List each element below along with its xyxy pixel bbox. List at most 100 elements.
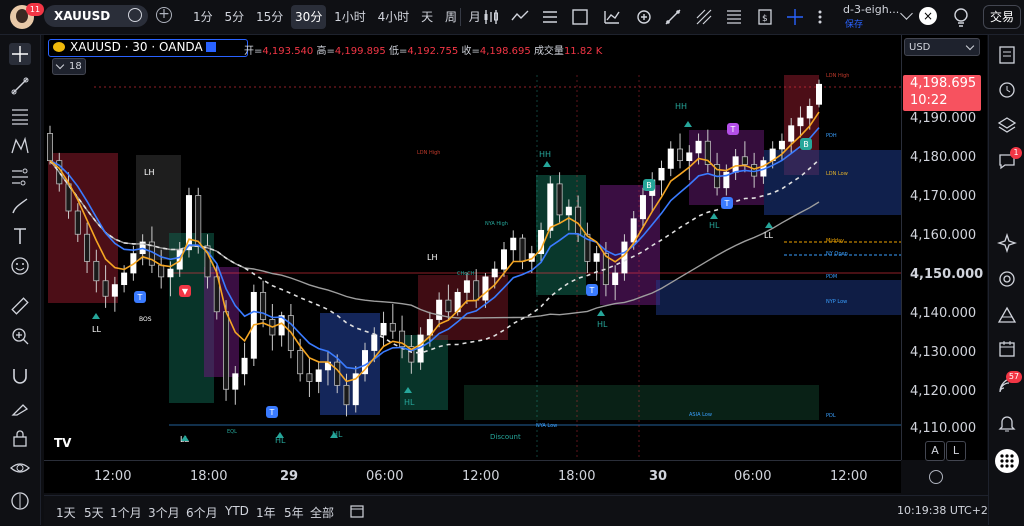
trade-button[interactable]: 交易 — [983, 5, 1021, 29]
interval-15m[interactable]: 15分 — [252, 5, 287, 29]
log-scale-button[interactable]: L — [946, 441, 966, 461]
range-3m[interactable]: 3个月 — [148, 504, 180, 521]
settings-gear-icon[interactable] — [929, 470, 943, 484]
candle-body — [686, 152, 693, 162]
pyramid-icon[interactable] — [997, 305, 1017, 325]
indicators-collapse[interactable]: 18 — [52, 58, 86, 75]
calendar-goto-icon[interactable] — [350, 504, 364, 518]
candle-body — [334, 361, 341, 386]
templates-icon[interactable] — [541, 8, 559, 26]
crosshair-tool-icon[interactable] — [9, 43, 31, 65]
time-axis[interactable]: 12:00 18:00 29 06:00 12:00 18:00 30 06:0… — [44, 460, 901, 493]
chart-pane[interactable]: LHLLLLHHLHHLHLHLHLHLLLHHBOSDiscountLDN H… — [44, 35, 901, 460]
chart-annotation: NY Open — [826, 251, 848, 257]
candle-body — [371, 334, 378, 351]
alert-clock-icon[interactable] — [997, 79, 1017, 99]
candle-body — [315, 369, 322, 382]
layers-icon[interactable] — [997, 115, 1017, 135]
price-tick: 4,190.000 — [910, 111, 977, 126]
brush-tool-icon[interactable] — [9, 195, 31, 217]
candle-body — [816, 83, 823, 105]
zoom-in-icon[interactable] — [9, 325, 31, 347]
candle-body — [806, 105, 813, 119]
lightbulb-icon[interactable] — [952, 7, 970, 27]
chart-annotation: ASIA Low — [689, 412, 712, 418]
candle-body — [380, 322, 387, 336]
chevron-down-icon — [55, 60, 65, 70]
close-button[interactable]: × — [919, 7, 937, 25]
candle-body — [500, 249, 507, 270]
close-label: 收= — [461, 46, 480, 57]
emoji-tool-icon[interactable] — [9, 255, 31, 277]
calendar-icon[interactable] — [997, 339, 1017, 359]
chart-annotation: HL — [709, 221, 720, 230]
interval-day[interactable]: 天 — [417, 5, 437, 29]
pivot-triangle — [765, 222, 773, 228]
layout-icon[interactable] — [571, 8, 589, 26]
magnet-icon[interactable] — [9, 365, 31, 387]
interval-1h[interactable]: 1小时 — [330, 5, 370, 29]
lock-drawing-icon[interactable] — [9, 397, 31, 419]
strategy-icon[interactable] — [603, 8, 621, 26]
clock[interactable]: 10:19:38 UTC+2 — [897, 504, 988, 517]
range-5d[interactable]: 5天 — [84, 504, 104, 521]
high-label: 高= — [316, 46, 335, 57]
add-symbol-button[interactable]: + — [156, 7, 172, 23]
prediction-tool-icon[interactable] — [9, 165, 31, 187]
pivot-triangle — [543, 161, 551, 167]
watchlist-icon[interactable] — [997, 45, 1017, 65]
range-6m[interactable]: 6个月 — [186, 504, 218, 521]
sparkle-icon[interactable] — [997, 233, 1017, 253]
interval-week[interactable]: 周 — [441, 5, 461, 29]
price-tick: 4,160.000 — [910, 228, 977, 243]
range-1y[interactable]: 1年 — [256, 504, 276, 521]
text-tool-icon[interactable] — [9, 225, 31, 247]
chart-annotation: LL — [92, 325, 101, 334]
crosshair-icon[interactable] — [786, 8, 804, 26]
bell-icon[interactable] — [997, 413, 1017, 433]
fib-icon[interactable] — [725, 8, 743, 26]
interval-4h[interactable]: 4小时 — [374, 5, 414, 29]
candle-body — [473, 280, 480, 301]
trend-line-tool-icon[interactable] — [9, 75, 31, 97]
pitchfork-icon[interactable] — [695, 8, 713, 26]
price-range-icon[interactable]: $ — [756, 8, 774, 26]
horizontal-lines-tool-icon[interactable] — [9, 105, 31, 127]
legend-title: XAUUSD · 30 · OANDA — [70, 40, 203, 54]
range-1d[interactable]: 1天 — [56, 504, 76, 521]
trend-line-icon[interactable] — [664, 8, 682, 26]
time-tick: 18:00 — [190, 469, 228, 484]
candlestick-type-icon[interactable] — [482, 8, 500, 26]
currency-selector[interactable]: USD — [904, 38, 980, 56]
interval-5m[interactable]: 5分 — [220, 5, 248, 29]
eye-icon[interactable] — [9, 457, 31, 479]
interval-30m[interactable]: 30分 — [291, 5, 327, 29]
object-tree-icon[interactable] — [9, 490, 31, 512]
apps-grid-icon[interactable] — [995, 449, 1019, 473]
candle-body — [677, 148, 684, 162]
layout-save-status[interactable]: 保存 — [845, 17, 863, 30]
volume-label: 成交量 — [533, 46, 564, 57]
range-5y[interactable]: 5年 — [284, 504, 304, 521]
more-tools-icon[interactable] — [815, 8, 825, 26]
svg-text:T: T — [730, 125, 736, 134]
chevron-down-icon[interactable] — [900, 7, 913, 20]
candle-body — [297, 350, 304, 375]
pattern-tool-icon[interactable] — [9, 135, 31, 157]
compare-icon[interactable] — [635, 8, 653, 26]
lock-icon[interactable] — [9, 427, 31, 449]
range-1m[interactable]: 1个月 — [110, 504, 142, 521]
layout-name[interactable]: d-3-eigh... — [843, 3, 899, 16]
price-chart: LHLLLLHHLHHLHLHLHLHLLLHHBOSDiscountLDN H… — [47, 73, 901, 460]
range-ytd[interactable]: YTD — [225, 504, 249, 518]
symbol-search[interactable]: XAUUSD — [44, 5, 148, 27]
auto-scale-button[interactable]: A — [925, 441, 945, 461]
range-all[interactable]: 全部 — [310, 504, 334, 521]
ruler-tool-icon[interactable] — [9, 295, 31, 317]
indicators-icon[interactable] — [511, 8, 529, 26]
candle-body — [797, 117, 804, 127]
indicator-count: 18 — [69, 61, 82, 72]
interval-1m[interactable]: 1分 — [189, 5, 217, 29]
chart-annotation: LDN High — [417, 150, 440, 156]
target-icon[interactable] — [997, 269, 1017, 289]
